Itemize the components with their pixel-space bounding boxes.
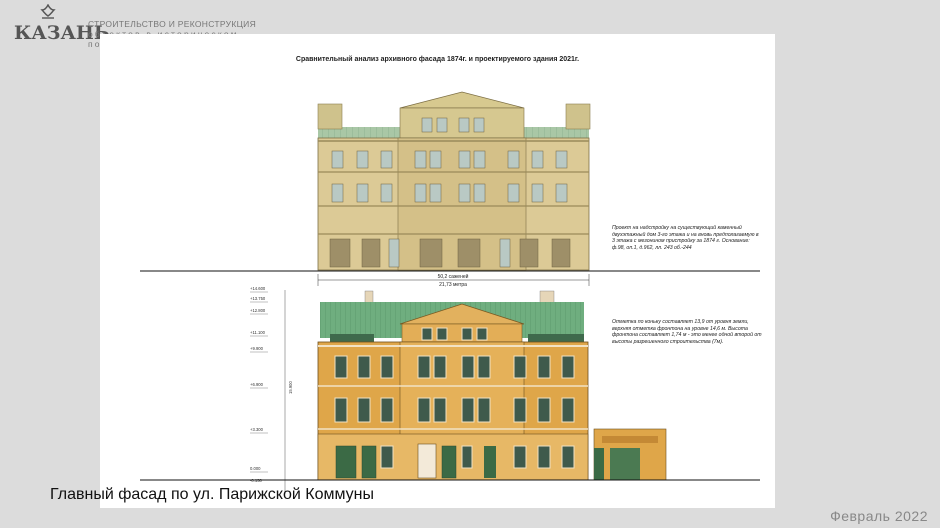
facade-drawing: 50,2 саженей 21,73 метра +14.600 +13.750… [140, 91, 760, 494]
width-metre-label: 21,73 метра [439, 282, 467, 288]
level-mark: 0.000 [250, 466, 261, 471]
archive-note: Проект на надстройку на существующий кам… [612, 225, 759, 251]
level-mark: +13.750 [250, 296, 266, 301]
level-marks: +14.600 +13.750 +12.800 +11.100 +9.900 +… [250, 286, 293, 494]
drawing-sheet: Сравнительный анализ архивного фасада 18… [100, 34, 775, 508]
slide-caption: Главный фасад по ул. Парижской Коммуны [50, 486, 374, 503]
level-mark: +14.600 [250, 286, 266, 291]
org-line-1: СТРОИТЕЛЬСТВО И РЕКОНСТРУКЦИЯ [88, 19, 257, 29]
level-mark: +6.900 [250, 382, 264, 387]
level-mark: +3.300 [250, 427, 264, 432]
height-dimension-label: 15.900 [288, 381, 293, 394]
level-mark: +12.800 [250, 308, 266, 313]
kazan-logo: КАЗАНЬ [10, 4, 110, 48]
project-note: Отметка по коньку составляет 13,9 от уро… [612, 319, 762, 345]
archive-facade-1874 [317, 91, 591, 271]
level-mark: +11.100 [250, 330, 266, 335]
width-dimension: 50,2 саженей 21,73 метра [317, 273, 590, 288]
kazan-emblem-icon [40, 4, 56, 19]
slide-date: Февраль 2022 [830, 508, 928, 524]
level-mark: +9.900 [250, 346, 264, 351]
width-sazhen-label: 50,2 саженей [438, 273, 469, 280]
